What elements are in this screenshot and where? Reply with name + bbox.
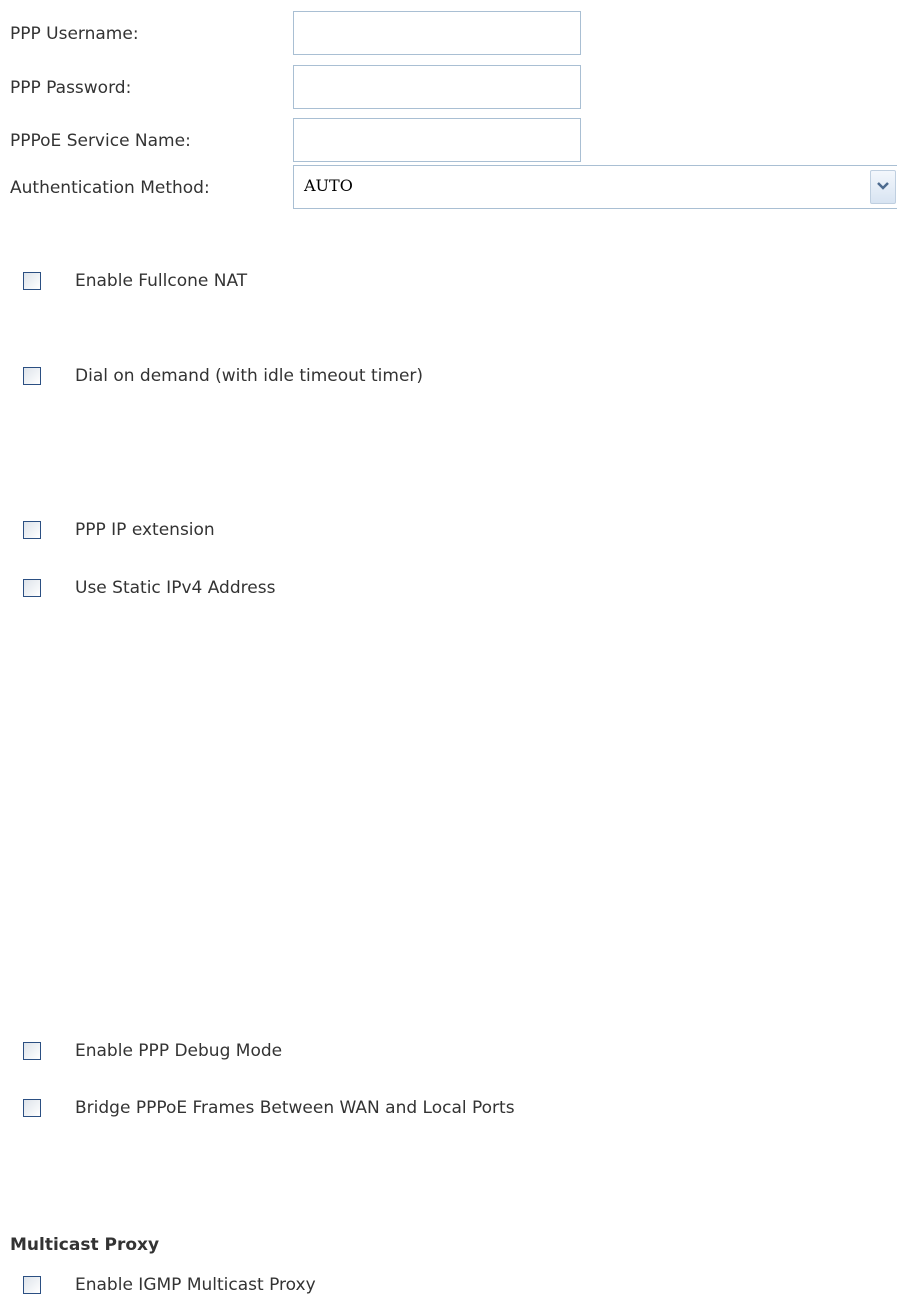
fullcone-nat-label: Enable Fullcone NAT (75, 271, 248, 291)
auth-method-label: Authentication Method: (10, 178, 210, 198)
fullcone-nat-checkbox[interactable] (23, 272, 41, 290)
bridge-pppoe-frames-label: Bridge PPPoE Frames Between WAN and Loca… (75, 1098, 515, 1118)
bridge-pppoe-frames-checkbox[interactable] (23, 1099, 41, 1117)
multicast-proxy-heading: Multicast Proxy (10, 1235, 160, 1255)
pppoe-service-name-label: PPPoE Service Name: (10, 131, 191, 151)
ppp-debug-mode-checkbox[interactable] (23, 1042, 41, 1060)
pppoe-service-name-input[interactable] (293, 118, 581, 162)
chevron-down-icon (877, 182, 889, 190)
ppp-username-label: PPP Username: (10, 24, 139, 44)
ppp-debug-mode-label: Enable PPP Debug Mode (75, 1041, 283, 1061)
ppp-ip-extension-label: PPP IP extension (75, 520, 215, 540)
ppp-ip-extension-checkbox[interactable] (23, 521, 41, 539)
auth-method-value: AUTO (304, 176, 353, 195)
igmp-multicast-proxy-checkbox[interactable] (23, 1276, 41, 1294)
static-ipv4-label: Use Static IPv4 Address (75, 578, 276, 598)
dial-on-demand-checkbox[interactable] (23, 367, 41, 385)
auth-method-select[interactable]: AUTO (293, 165, 897, 209)
dropdown-button[interactable] (870, 170, 896, 204)
static-ipv4-checkbox[interactable] (23, 579, 41, 597)
ppp-password-input[interactable] (293, 65, 581, 109)
ppp-password-label: PPP Password: (10, 78, 132, 98)
igmp-multicast-proxy-label: Enable IGMP Multicast Proxy (75, 1275, 316, 1295)
dial-on-demand-label: Dial on demand (with idle timeout timer) (75, 366, 424, 386)
ppp-username-input[interactable] (293, 11, 581, 55)
